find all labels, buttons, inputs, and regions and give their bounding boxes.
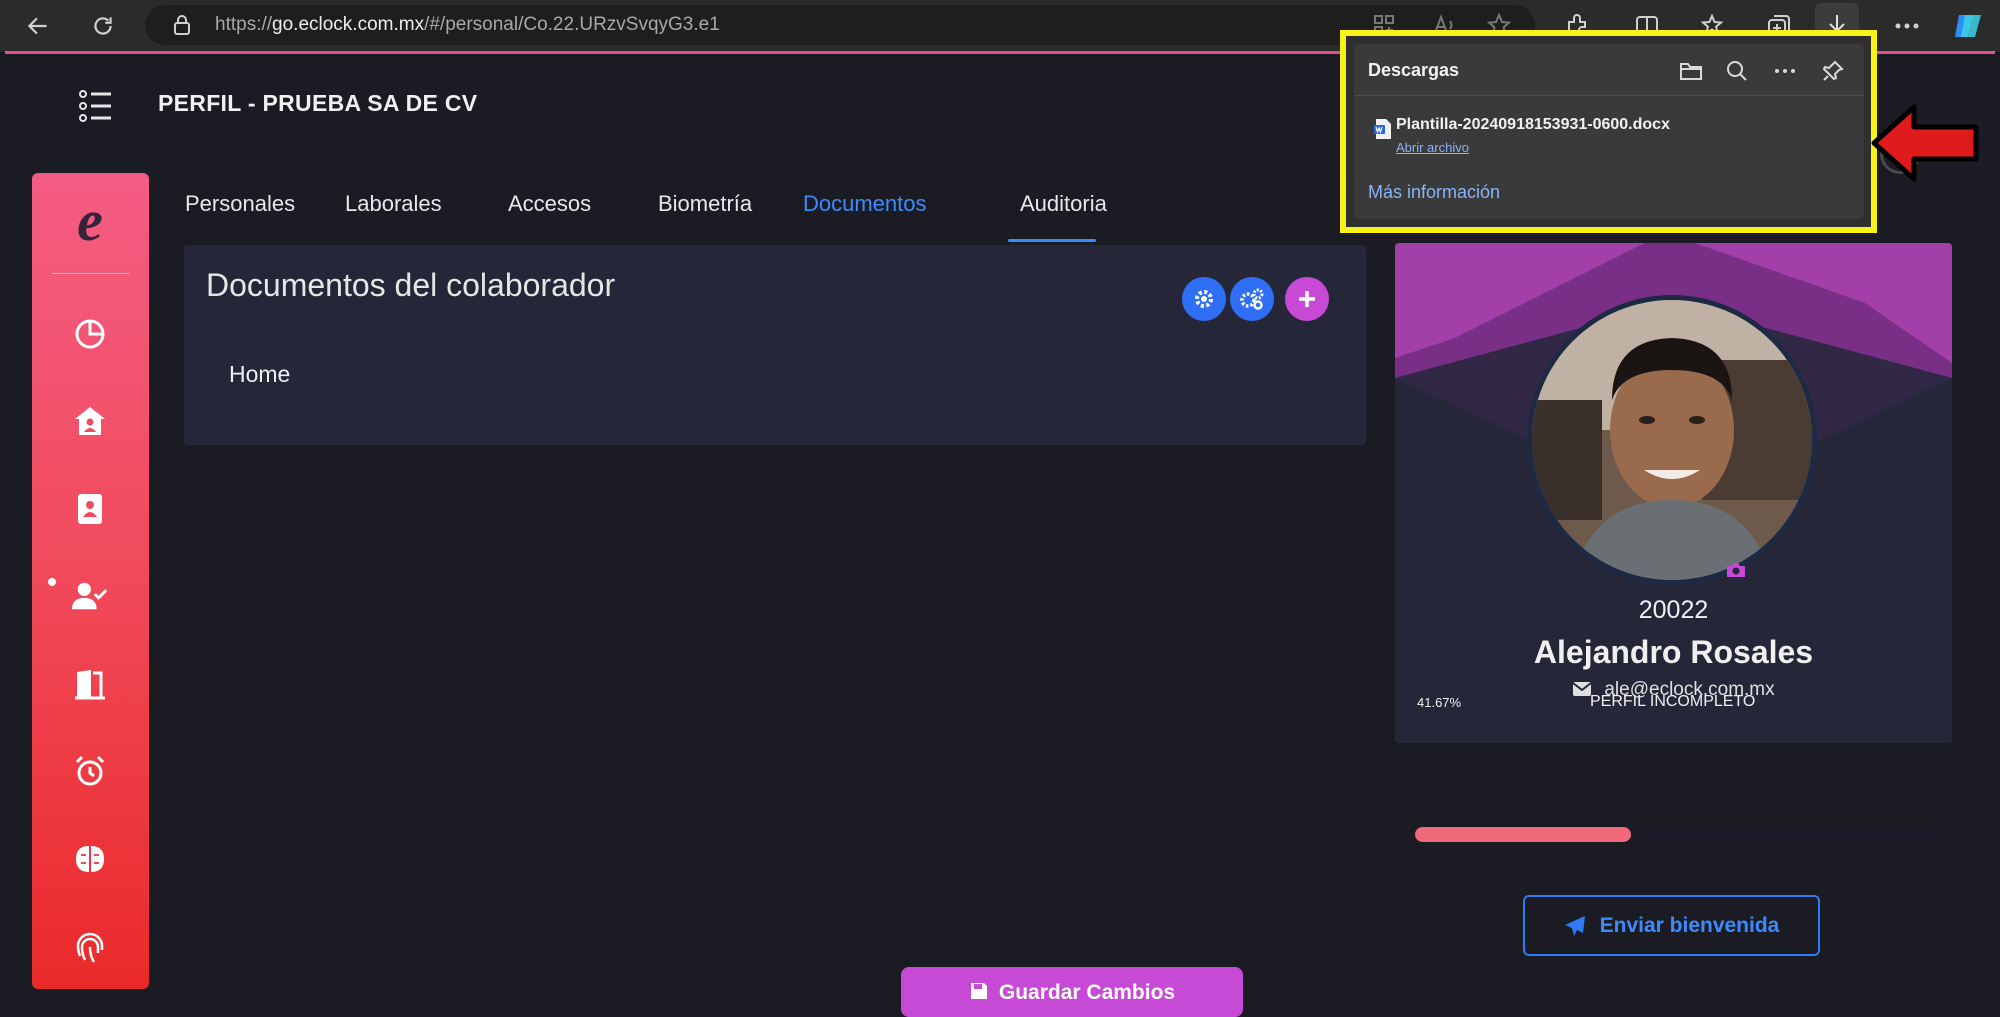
progress-percent: 41.67% (1417, 695, 1462, 710)
save-changes-button[interactable]: Guardar Cambios (901, 967, 1243, 1017)
sidebar-item-analytics[interactable] (72, 841, 108, 877)
open-folder-icon[interactable] (1678, 58, 1704, 84)
sidebar-item-alarms[interactable] (72, 753, 108, 789)
tab-biometria[interactable]: Biometría (658, 191, 752, 217)
settings-button[interactable] (1182, 277, 1226, 321)
save-changes-label: Guardar Cambios (998, 981, 1176, 1004)
downloads-highlight-box: Descargas Plantilla-20240918153931-0600.… (1340, 30, 1877, 233)
folder-home[interactable]: Home (229, 361, 290, 388)
address-bar[interactable]: https://go.eclock.com.mx/#/personal/Co.2… (145, 5, 1535, 45)
active-indicator (48, 578, 56, 586)
sidebar-item-attendance[interactable] (72, 578, 108, 614)
pin-icon[interactable] (1820, 58, 1846, 84)
lock-icon (173, 15, 191, 40)
gears-icon (1240, 288, 1264, 310)
documents-card: Documentos del colaborador Home (184, 245, 1366, 445)
word-file-icon (1374, 118, 1392, 140)
tab-documentos[interactable]: Documentos (803, 191, 927, 217)
page-title: PERFIL - PRUEBA SA DE CV (158, 90, 478, 116)
advanced-settings-button[interactable] (1230, 277, 1274, 321)
more-menu-icon[interactable] (1893, 12, 1921, 40)
more-options-icon[interactable] (1772, 58, 1798, 84)
documents-title: Documentos del colaborador (206, 267, 616, 303)
contact-book-icon (78, 494, 102, 524)
open-file-link[interactable]: Abrir archivo (1396, 140, 1469, 155)
downloaded-file-name[interactable]: Plantilla-20240918153931-0600.docx (1396, 116, 1670, 134)
copilot-icon[interactable] (1950, 8, 1986, 44)
url-text: https://go.eclock.com.mx/#/personal/Co.2… (215, 14, 720, 35)
brain-icon (76, 846, 104, 872)
search-icon[interactable] (1724, 58, 1750, 84)
profile-card: 20022 Alejandro Rosales ale@eclock.com.m… (1395, 243, 1952, 743)
sidebar-item-doors[interactable] (72, 666, 108, 702)
plus-icon (1299, 291, 1315, 307)
sidebar: e (32, 173, 149, 989)
tab-personales[interactable]: Personales (185, 191, 295, 217)
pie-chart-icon (75, 319, 105, 349)
profile-photo-frame (1527, 295, 1817, 585)
tab-auditoria[interactable]: Auditoria (1020, 191, 1107, 217)
send-welcome-button[interactable]: Enviar bienvenida (1523, 895, 1820, 956)
profile-progress-fill (1415, 827, 1632, 842)
profile-photo[interactable] (1532, 300, 1812, 580)
fingerprint-icon (76, 932, 104, 963)
red-arrow-annotation (1871, 104, 1979, 182)
tab-laborales[interactable]: Laborales (345, 191, 442, 217)
house-user-icon (75, 407, 105, 435)
profile-status: PERFIL INCOMPLETO (1590, 693, 1756, 710)
menu-list-icon[interactable] (77, 88, 117, 124)
floppy-disk-icon (970, 983, 987, 999)
tab-accesos[interactable]: Accesos (508, 191, 591, 217)
back-icon[interactable] (20, 8, 56, 44)
send-welcome-label: Enviar bienvenida (1599, 913, 1780, 937)
door-open-icon (75, 670, 105, 700)
app-logo: e (77, 188, 103, 253)
sidebar-divider (52, 273, 129, 274)
alarm-clock-icon (75, 755, 105, 786)
employee-id: 20022 (1638, 596, 1709, 624)
active-tab-underline (1008, 239, 1096, 242)
sidebar-item-personal[interactable] (72, 491, 108, 527)
downloads-panel: Descargas Plantilla-20240918153931-0600.… (1354, 44, 1864, 219)
refresh-icon[interactable] (85, 8, 121, 44)
gear-icon (1195, 290, 1213, 308)
employee-name: Alejandro Rosales (1533, 634, 1814, 670)
user-check-icon (72, 582, 108, 610)
paper-plane-icon (1564, 915, 1585, 936)
profile-progress-bar (1415, 827, 1934, 842)
sidebar-item-biometric[interactable] (72, 929, 108, 965)
camera-icon[interactable] (1725, 561, 1747, 584)
sidebar-item-home[interactable] (72, 403, 108, 439)
add-document-button[interactable] (1285, 277, 1329, 321)
downloads-divider (1354, 95, 1864, 96)
more-info-link[interactable]: Más información (1368, 182, 1500, 203)
sidebar-item-dashboard[interactable] (72, 316, 108, 352)
downloads-header: Descargas (1368, 60, 1460, 80)
